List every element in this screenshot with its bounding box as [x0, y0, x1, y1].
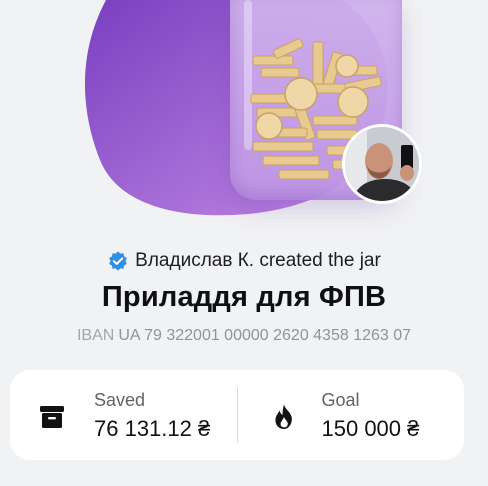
avatar-photo	[345, 127, 419, 201]
iban-value: UA 79 322001 00000 2620 4358 1263 07	[118, 327, 412, 344]
archive-box-icon	[40, 406, 64, 428]
creator-avatar[interactable]	[342, 124, 422, 204]
flame-icon	[274, 404, 292, 429]
creator-line: Владислав К. created the jar	[0, 250, 488, 272]
goal-stat: Goal 150 000 ₴	[238, 370, 465, 460]
goal-value: 150 000 ₴	[321, 416, 420, 441]
verified-check-icon	[109, 251, 127, 271]
jar-page: Владислав К. created the jar Приладдя дл…	[0, 0, 488, 486]
goal-label: Goal	[321, 390, 360, 410]
stats-card: Saved 76 131.12 ₴ Goal 150 000 ₴	[10, 370, 464, 460]
saved-label: Saved	[94, 390, 146, 410]
jar-hero-illustration	[78, 0, 422, 220]
iban-label: IBAN	[76, 327, 115, 344]
jar-title: Приладдя для ФПВ	[101, 281, 387, 313]
creator-text: Владислав К. created the jar	[135, 250, 381, 271]
saved-stat: Saved 76 131.12 ₴	[10, 370, 237, 460]
saved-value: 76 131.12 ₴	[94, 416, 211, 441]
iban-row[interactable]: IBAN UA 79 322001 00000 2620 4358 1263 07	[0, 327, 488, 345]
